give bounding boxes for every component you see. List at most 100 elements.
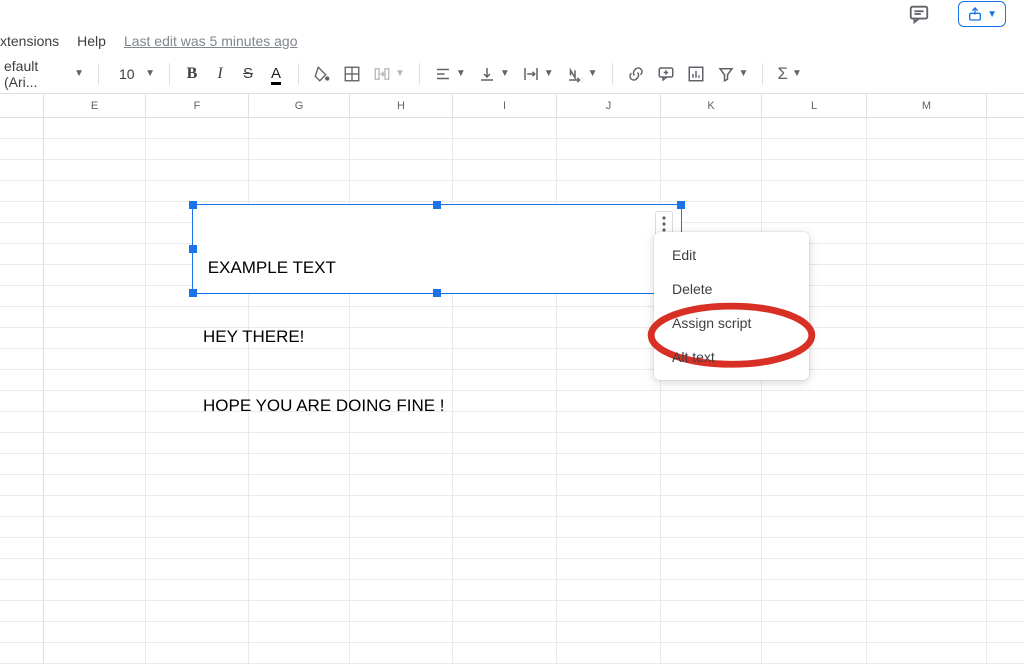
row-header[interactable]	[0, 622, 44, 642]
cell[interactable]	[762, 496, 867, 516]
row-header[interactable]	[0, 181, 44, 201]
column-header[interactable]: H	[350, 94, 453, 117]
cell[interactable]	[762, 643, 867, 663]
cell[interactable]	[867, 433, 987, 453]
row-header[interactable]	[0, 559, 44, 579]
textbox-object[interactable]: EXAMPLE TEXT HEY THERE! HOPE YOU ARE DOI…	[192, 204, 682, 294]
cell[interactable]	[350, 160, 453, 180]
row-header[interactable]	[0, 265, 44, 285]
column-header[interactable]: E	[44, 94, 146, 117]
cell[interactable]	[453, 622, 557, 642]
cell[interactable]	[867, 412, 987, 432]
cell[interactable]	[867, 139, 987, 159]
cell[interactable]	[453, 139, 557, 159]
row-header[interactable]	[0, 538, 44, 558]
cell[interactable]	[867, 181, 987, 201]
cell[interactable]	[350, 622, 453, 642]
cell[interactable]	[44, 181, 146, 201]
filter-button[interactable]: ▼	[713, 61, 753, 87]
cell[interactable]	[44, 580, 146, 600]
cell[interactable]	[453, 475, 557, 495]
merge-cells-button[interactable]: ▼	[369, 61, 409, 87]
cell[interactable]	[661, 118, 762, 138]
cell[interactable]	[661, 475, 762, 495]
row-header[interactable]	[0, 244, 44, 264]
cell[interactable]	[661, 538, 762, 558]
row-header[interactable]	[0, 496, 44, 516]
row-header[interactable]	[0, 118, 44, 138]
cell[interactable]	[762, 160, 867, 180]
cell[interactable]	[557, 496, 661, 516]
column-header[interactable]: G	[249, 94, 350, 117]
cell[interactable]	[44, 496, 146, 516]
cell[interactable]	[44, 475, 146, 495]
cell[interactable]	[453, 496, 557, 516]
cell[interactable]	[350, 496, 453, 516]
cell[interactable]	[146, 475, 249, 495]
vertical-align-button[interactable]: ▼	[474, 61, 514, 87]
cell[interactable]	[762, 433, 867, 453]
cell[interactable]	[249, 118, 350, 138]
cell[interactable]	[44, 328, 146, 348]
row-header[interactable]	[0, 601, 44, 621]
cell[interactable]	[249, 538, 350, 558]
cell[interactable]	[762, 391, 867, 411]
column-header[interactable]: L	[762, 94, 867, 117]
cell[interactable]	[249, 580, 350, 600]
cell[interactable]	[762, 202, 867, 222]
cell[interactable]	[557, 559, 661, 579]
cell[interactable]	[867, 622, 987, 642]
cell[interactable]	[661, 160, 762, 180]
cell[interactable]	[867, 160, 987, 180]
cell[interactable]	[557, 601, 661, 621]
menu-extensions[interactable]: xtensions	[0, 33, 59, 49]
cell[interactable]	[44, 433, 146, 453]
row-header[interactable]	[0, 307, 44, 327]
cell[interactable]	[557, 475, 661, 495]
cell[interactable]	[146, 517, 249, 537]
cell[interactable]	[867, 328, 987, 348]
spreadsheet-grid[interactable]: EFGHIJKLM EXAMPLE TEXT HEY THERE! HOPE Y…	[0, 94, 1024, 664]
cell[interactable]	[146, 118, 249, 138]
cell[interactable]	[146, 538, 249, 558]
cell[interactable]	[661, 601, 762, 621]
cell[interactable]	[350, 643, 453, 663]
cell[interactable]	[867, 223, 987, 243]
cell[interactable]	[44, 559, 146, 579]
cell[interactable]	[44, 349, 146, 369]
cell[interactable]	[867, 244, 987, 264]
row-header[interactable]	[0, 349, 44, 369]
cell[interactable]	[146, 496, 249, 516]
cell[interactable]	[44, 391, 146, 411]
cell[interactable]	[867, 202, 987, 222]
cell[interactable]	[661, 139, 762, 159]
last-edit-link[interactable]: Last edit was 5 minutes ago	[124, 33, 298, 49]
cell[interactable]	[350, 181, 453, 201]
cell[interactable]	[350, 475, 453, 495]
borders-button[interactable]	[339, 61, 365, 87]
cell[interactable]	[44, 538, 146, 558]
cell[interactable]	[867, 601, 987, 621]
cell[interactable]	[350, 601, 453, 621]
cell[interactable]	[867, 643, 987, 663]
cell[interactable]	[661, 643, 762, 663]
cell[interactable]	[453, 538, 557, 558]
row-header[interactable]	[0, 454, 44, 474]
cell[interactable]	[249, 181, 350, 201]
cell[interactable]	[867, 307, 987, 327]
row-header[interactable]	[0, 412, 44, 432]
cell[interactable]	[762, 580, 867, 600]
text-rotation-button[interactable]: ▼	[562, 61, 602, 87]
cell[interactable]	[146, 559, 249, 579]
cell[interactable]	[44, 223, 146, 243]
menu-help[interactable]: Help	[77, 33, 106, 49]
cell[interactable]	[249, 517, 350, 537]
cell[interactable]	[867, 580, 987, 600]
cell[interactable]	[44, 307, 146, 327]
cell[interactable]	[867, 475, 987, 495]
cell[interactable]	[249, 475, 350, 495]
cell[interactable]	[44, 601, 146, 621]
cell[interactable]	[661, 181, 762, 201]
row-header[interactable]	[0, 328, 44, 348]
cell[interactable]	[557, 118, 661, 138]
